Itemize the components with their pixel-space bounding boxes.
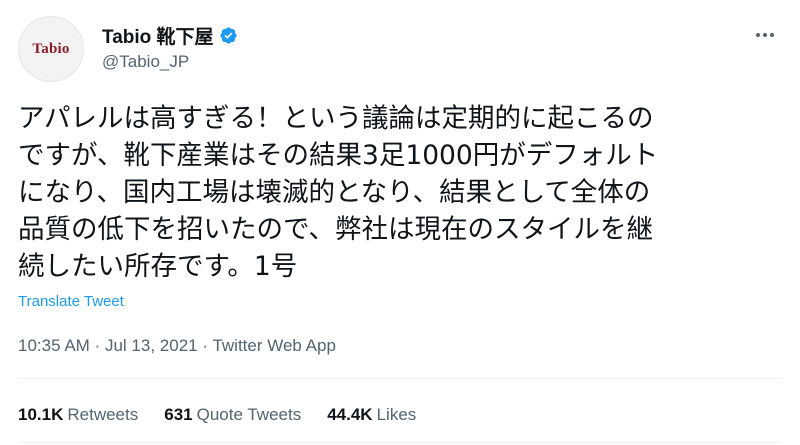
tweet-time[interactable]: 10:35 AM — [18, 336, 90, 355]
quote-tweets-count: 631 — [164, 405, 193, 424]
divider — [18, 378, 782, 379]
likes-stat[interactable]: 44.4K Likes — [327, 405, 416, 425]
likes-count: 44.4K — [327, 405, 373, 424]
translate-tweet-link[interactable]: Translate Tweet — [18, 293, 124, 310]
more-options-button[interactable] — [748, 22, 782, 48]
tweet-metadata: 10:35 AM · Jul 13, 2021 · Twitter Web Ap… — [18, 336, 336, 356]
display-name[interactable]: Tabio 靴下屋 — [102, 22, 214, 49]
retweets-stat[interactable]: 10.1K Retweets — [18, 405, 138, 425]
tweet-stats: 10.1K Retweets 631 Quote Tweets 44.4K Likes — [18, 405, 442, 425]
more-dot — [763, 33, 767, 37]
tweet-source[interactable]: Twitter Web App — [212, 336, 335, 355]
author-name-row: Tabio 靴下屋 — [102, 22, 238, 48]
divider — [18, 442, 782, 443]
tweet-card: Tabio Tabio 靴下屋 @Tabio_JP アパレルは高すぎる！という議… — [0, 0, 800, 445]
meta-separator: · — [94, 336, 101, 355]
user-handle[interactable]: @Tabio_JP — [102, 52, 189, 72]
likes-label: Likes — [376, 405, 417, 424]
avatar[interactable]: Tabio — [18, 16, 84, 82]
tweet-text: アパレルは高すぎる！という議論は定期的に起こるの ですが、靴下産業はその結果3足… — [18, 103, 659, 282]
more-dot — [770, 33, 774, 37]
quote-tweets-label: Quote Tweets — [196, 405, 302, 424]
quote-tweets-stat[interactable]: 631 Quote Tweets — [164, 405, 301, 425]
tabio-logo: Tabio — [32, 40, 70, 57]
tweet-date[interactable]: Jul 13, 2021 — [105, 336, 198, 355]
retweets-label: Retweets — [67, 405, 139, 424]
retweets-count: 10.1K — [18, 405, 64, 424]
more-horizontal-icon — [756, 33, 760, 37]
meta-separator: · — [202, 336, 209, 355]
verified-badge-icon — [219, 26, 238, 45]
